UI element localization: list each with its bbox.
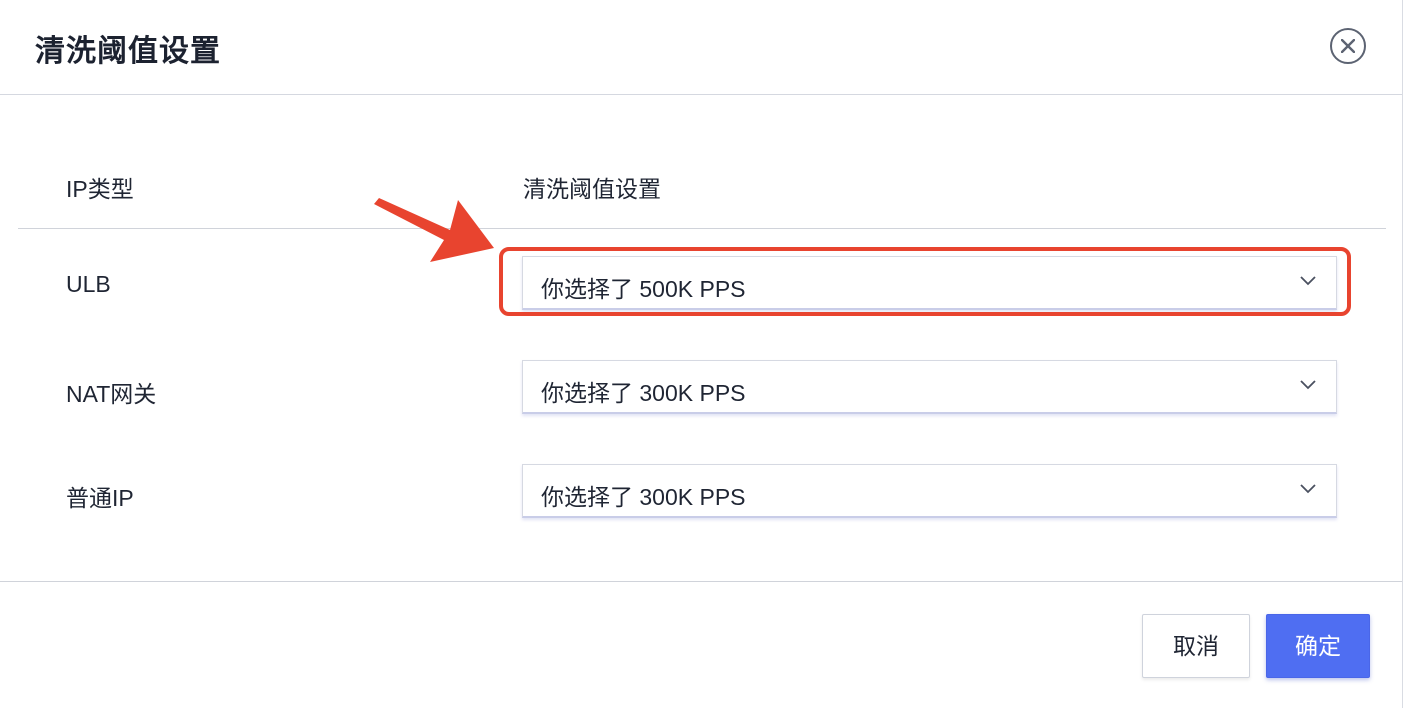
header-divider [18, 228, 1386, 229]
chevron-down-icon [1300, 484, 1316, 494]
footer-divider [0, 581, 1402, 582]
close-icon [1341, 39, 1355, 53]
row-label-nat-gateway: NAT网关 [66, 381, 157, 407]
close-button[interactable] [1330, 28, 1366, 64]
dialog-header: 清洗阈值设置 [0, 0, 1402, 95]
annotation-arrow-icon [374, 198, 494, 262]
cancel-button[interactable]: 取消 [1142, 614, 1250, 678]
row-label-ulb: ULB [66, 271, 111, 297]
threshold-select-nat-gateway[interactable]: 你选择了 300K PPS [522, 360, 1337, 414]
row-label-normal-ip: 普通IP [66, 485, 134, 511]
select-value: 你选择了 300K PPS [541, 484, 746, 510]
column-header-ip-type: IP类型 [66, 176, 134, 202]
dialog-title: 清洗阈值设置 [35, 35, 221, 68]
select-value: 你选择了 300K PPS [541, 380, 746, 406]
annotation-highlight-box [499, 247, 1351, 316]
threshold-dialog: 清洗阈值设置 IP类型 清洗阈值设置 ULB 你选择了 500K PPS NAT… [0, 0, 1403, 708]
confirm-button[interactable]: 确定 [1266, 614, 1370, 678]
chevron-down-icon [1300, 380, 1316, 390]
threshold-select-normal-ip[interactable]: 你选择了 300K PPS [522, 464, 1337, 518]
column-header-threshold: 清洗阈值设置 [523, 176, 661, 202]
